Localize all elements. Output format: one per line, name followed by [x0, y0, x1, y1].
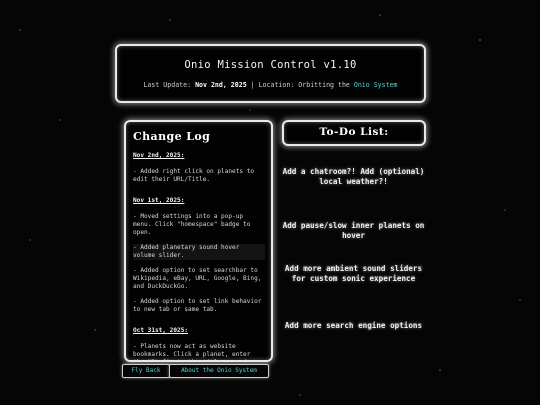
about-onio-button[interactable]: About the Onio System — [169, 364, 269, 378]
changelog-date: Oct 31st, 2025: — [133, 327, 189, 334]
changelog-title: Change Log — [133, 130, 211, 143]
changelog-entry: - Added option to set searchbar to Wikip… — [133, 267, 262, 290]
changelog-entry: - Moved settings into a pop-up menu. Cli… — [133, 213, 251, 236]
last-update-value: Nov 2nd, 2025 — [195, 81, 247, 89]
todo-header: To-Do List: — [282, 120, 426, 146]
todo-item: Add more search engine options — [284, 321, 423, 330]
header-subtitle: Last Update: Nov 2nd, 2025 | Location: O… — [117, 81, 424, 89]
fly-back-button[interactable]: Fly Back — [122, 364, 170, 378]
changelog-panel[interactable]: Change Log Nov 2nd, 2025: - Added right … — [124, 120, 273, 362]
changelog-scroll-area[interactable]: Nov 2nd, 2025: - Added right click on pl… — [133, 152, 265, 360]
todo-item: Add more ambient sound sliders for custo… — [284, 264, 423, 283]
last-update-label: Last Update: — [143, 81, 196, 89]
todo-title: To-Do List: — [319, 126, 389, 138]
page-title: Onio Mission Control v1.10 — [184, 59, 357, 71]
changelog-date: Nov 2nd, 2025: — [133, 152, 185, 159]
changelog-entry: - Added option to set link behavior to n… — [133, 298, 262, 313]
location-link[interactable]: Onio System — [354, 81, 398, 89]
changelog-entry: - Added planetary sound hover volume sli… — [133, 244, 265, 260]
changelog-entry: - Added right click on planets to edit t… — [133, 168, 255, 183]
changelog-date: Nov 1st, 2025: — [133, 197, 185, 204]
location-label: | Location: Orbitting the — [246, 81, 354, 89]
changelog-entry: - Planets now act as website bookmarks. … — [133, 343, 251, 360]
todo-item: Add a chatroom?! Add (optional) local we… — [282, 167, 425, 186]
todo-item: Add pause/slow inner planets on hover — [282, 221, 425, 240]
mission-control-header: Onio Mission Control v1.10 Last Update: … — [115, 44, 426, 103]
